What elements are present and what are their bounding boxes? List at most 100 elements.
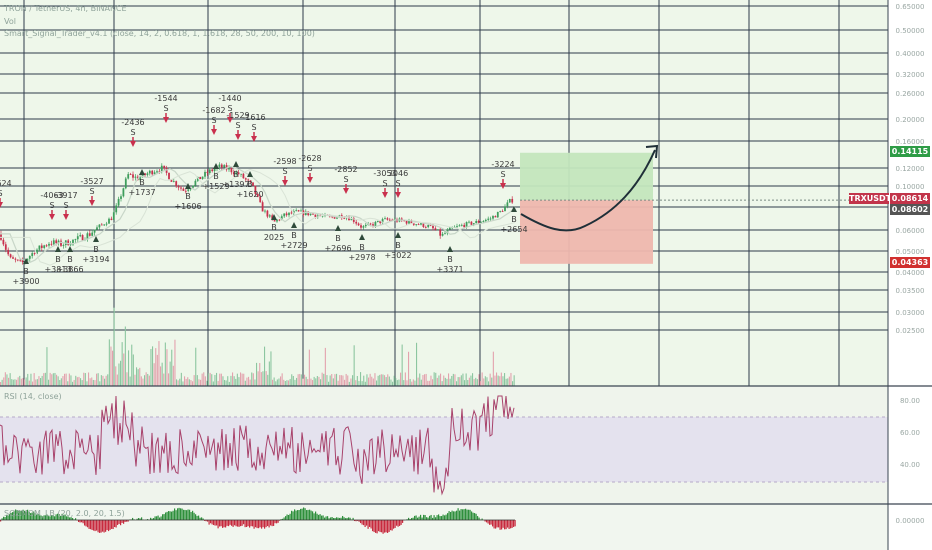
volume-bar — [440, 373, 442, 386]
candle-body — [278, 219, 281, 221]
buy-signal-letter: B — [139, 178, 145, 187]
buy-signal-value: +2978 — [348, 253, 375, 262]
volume-bar — [347, 375, 349, 386]
volume-bar — [476, 379, 478, 386]
candle-body — [484, 219, 487, 222]
volume-bar — [401, 344, 403, 386]
volume-bar — [350, 378, 352, 386]
volume-bar — [315, 378, 317, 386]
volume-bar — [33, 373, 35, 386]
volume-bar — [297, 374, 299, 386]
sqz-bar — [157, 515, 159, 520]
buy-signal-letter: B — [511, 215, 517, 224]
volume-bar — [395, 378, 397, 386]
volume-bar — [334, 374, 336, 386]
sqz-bar — [375, 520, 377, 533]
volume-bar — [196, 375, 198, 386]
volume-bar — [339, 375, 341, 386]
candle-body — [28, 256, 31, 259]
sqz-bar — [439, 516, 441, 520]
chart-stage[interactable]: 0.65000 0.50000 0.40000 0.32000 0.26000 0.200… — [0, 0, 932, 550]
sqz-bar — [288, 515, 290, 520]
volume-bar — [398, 379, 400, 386]
sqz-bar — [268, 520, 270, 528]
volume-bar — [236, 373, 238, 386]
volume-bar — [478, 374, 480, 386]
price-tick-label: 0.04000 — [896, 269, 925, 277]
volume-bar — [358, 380, 360, 386]
candle-body — [434, 228, 437, 230]
volume-bar — [508, 376, 510, 386]
candle-body — [388, 219, 391, 221]
chart-canvas[interactable]: 0.65000 0.50000 0.40000 0.32000 0.26000 0.200… — [0, 0, 932, 550]
sqz-bar — [108, 520, 110, 532]
volume-bar — [257, 371, 259, 386]
volume-bar — [305, 376, 307, 386]
sqz-bar — [424, 515, 426, 520]
volume-bar — [38, 376, 40, 386]
sqz-bar — [394, 520, 396, 528]
candle-body — [309, 213, 312, 216]
sqz-bar — [300, 508, 302, 520]
volume-bar — [328, 381, 330, 386]
volume-bar — [504, 373, 506, 386]
volume-bar — [142, 378, 144, 386]
candle-body — [81, 235, 84, 241]
volume-bar — [219, 373, 221, 386]
price-tick-label: 0.65000 — [896, 3, 925, 11]
sell-signal-letter: S — [49, 201, 54, 210]
volume-bar — [70, 375, 72, 386]
volume-bar — [259, 363, 261, 386]
volume-bar — [312, 380, 314, 386]
sqz-bar — [117, 520, 119, 525]
sqz-bar — [303, 507, 305, 520]
candle-body — [230, 167, 233, 173]
sqz-bar — [231, 520, 233, 526]
sell-signal-letter: S — [395, 179, 400, 188]
volume-bar — [376, 380, 378, 386]
sqz-bar — [84, 520, 86, 526]
sell-signal-value: -3527 — [80, 177, 103, 186]
volume-bar — [484, 376, 486, 386]
candle-body — [98, 224, 101, 228]
sqz-bar — [247, 520, 249, 527]
volume-bar — [240, 372, 242, 386]
volume-bar — [84, 373, 86, 386]
volume-bar — [44, 372, 46, 386]
buy-signal-letter: B — [359, 243, 365, 252]
sqz-bar — [378, 520, 380, 532]
volume-bar — [64, 373, 66, 386]
candle-body — [50, 243, 53, 245]
sqz-bar — [499, 520, 501, 530]
volume-bar — [27, 373, 29, 386]
sell-signal-value: -2598 — [273, 157, 296, 166]
price-tick-label: 0.12000 — [896, 165, 925, 173]
volume-bar — [156, 354, 158, 386]
sqz-bar — [310, 510, 312, 520]
volume-bar — [510, 372, 512, 386]
candle-body — [103, 224, 106, 226]
sell-signal-letter: S — [307, 164, 312, 173]
sell-signal-letter: S — [251, 123, 256, 132]
price-tick-label: 0.05000 — [896, 248, 925, 256]
sqz-bar — [192, 510, 194, 520]
candle-body — [43, 245, 46, 248]
candle-body — [268, 215, 271, 217]
sqz-bar — [82, 520, 84, 524]
volume-bar — [369, 373, 371, 386]
sqz-bar — [118, 520, 120, 524]
volume-bar — [451, 375, 453, 386]
sqz-bar — [243, 520, 245, 525]
sqz-bar — [100, 520, 102, 533]
volume-bar — [494, 375, 496, 386]
volume-bar — [483, 378, 485, 386]
volume-bar — [68, 373, 70, 386]
volume-bar — [232, 372, 234, 386]
candle-body — [496, 211, 499, 218]
volume-bar — [464, 380, 466, 386]
sqz-bar — [214, 520, 216, 526]
sqz-bar — [342, 515, 344, 520]
candle-body — [62, 244, 65, 246]
volume-bar — [113, 307, 115, 386]
candle-body — [456, 226, 458, 227]
